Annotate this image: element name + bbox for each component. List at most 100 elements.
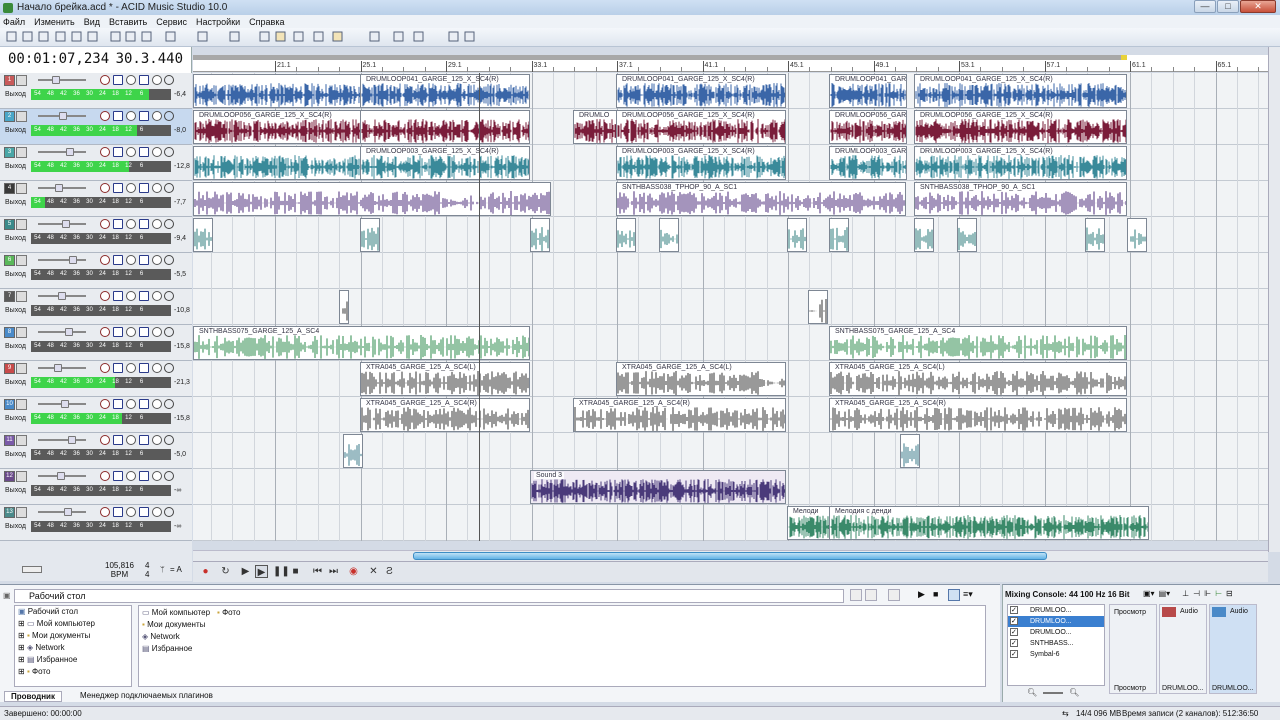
- track-number-badge[interactable]: 8: [4, 327, 15, 338]
- track-number-badge[interactable]: 6: [4, 255, 15, 266]
- mixer-props-icon[interactable]: ▤▾: [1159, 589, 1171, 598]
- mixer-track-item[interactable]: ✓ DRUMLOO...: [1008, 605, 1104, 616]
- draw-tool-icon[interactable]: [331, 30, 344, 43]
- solo-icon[interactable]: [139, 507, 149, 517]
- file-item[interactable]: ▤ Избранное: [142, 644, 192, 653]
- audio-event-clip[interactable]: XTRA045_GARGE_125_A_SC4(L): [360, 362, 530, 396]
- audio-event-clip[interactable]: [787, 218, 807, 252]
- solo-icon[interactable]: [139, 183, 149, 193]
- stop-button[interactable]: ■: [289, 565, 302, 578]
- erase-tool-icon[interactable]: [392, 30, 405, 43]
- timeline-ruler[interactable]: 21.1 25.1 29.1 33.1 37.1 41.1 45.1 49.1 53.1 57.1…: [193, 55, 1280, 72]
- track-number-badge[interactable]: 3: [4, 147, 15, 158]
- vertical-scrollbar[interactable]: [1268, 47, 1280, 552]
- explorer-up-icon[interactable]: [850, 589, 862, 601]
- pan-icon[interactable]: [152, 291, 162, 301]
- open-file-icon[interactable]: [21, 30, 34, 43]
- maximize-button[interactable]: □: [1217, 0, 1239, 13]
- track-output-label[interactable]: Выход: [5, 199, 26, 206]
- slider-knob[interactable]: [59, 112, 67, 120]
- mute-icon[interactable]: [126, 111, 136, 121]
- track-output-label[interactable]: Выход: [5, 163, 26, 170]
- slider-knob[interactable]: [61, 400, 69, 408]
- pan-icon[interactable]: [152, 147, 162, 157]
- metronome-record-button[interactable]: ◉: [347, 565, 360, 578]
- envelope-tool-icon[interactable]: [292, 30, 305, 43]
- tree-item[interactable]: ▣ Рабочий стол: [15, 606, 131, 618]
- tree-item[interactable]: ⊞ ▭ Мой компьютер: [15, 618, 131, 630]
- punch-in-button[interactable]: ✕: [367, 565, 380, 578]
- slider-knob[interactable]: [65, 328, 73, 336]
- arm-record-icon[interactable]: [100, 291, 110, 301]
- checkbox-icon[interactable]: ✓: [1010, 650, 1018, 658]
- audio-event-clip[interactable]: Мелодия с денди: [829, 506, 1149, 540]
- track-volume-slider[interactable]: [38, 508, 86, 516]
- pan-icon[interactable]: [152, 219, 162, 229]
- audio-event-clip[interactable]: [829, 218, 849, 252]
- arm-record-icon[interactable]: [100, 399, 110, 409]
- track-mute-toggle-icon[interactable]: [164, 111, 174, 121]
- track-fx-icon[interactable]: [113, 147, 123, 157]
- mixer-downmix-icon[interactable]: ⊟: [1226, 589, 1233, 598]
- track-header[interactable]: 9 Выход 54 48 42 36 30 24 18 12 6 -21,3: [0, 361, 192, 397]
- slider-knob[interactable]: [54, 364, 62, 372]
- horizontal-scrollbar[interactable]: [193, 550, 1268, 561]
- audio-event-clip[interactable]: DRUMLOOP056_GARGE_125_X_SC4(R): [616, 110, 786, 144]
- mixer-insert-bus-icon[interactable]: ⊥: [1182, 589, 1189, 598]
- scrollbar-thumb[interactable]: [413, 552, 1047, 560]
- arm-record-icon[interactable]: [100, 435, 110, 445]
- audio-event-clip[interactable]: [530, 218, 550, 252]
- audio-event-clip[interactable]: [193, 146, 361, 180]
- solo-icon[interactable]: [139, 291, 149, 301]
- snap-icon[interactable]: [228, 30, 241, 43]
- track-header[interactable]: 7 Выход 54 48 42 36 30 24 18 12 6 -10,8: [0, 289, 192, 325]
- mixer-track-item[interactable]: ✓ DRUMLOO...: [1008, 627, 1104, 638]
- track-header[interactable]: 1 Выход 54 48 42 36 30 24 18 12 6 -6,4: [0, 73, 192, 109]
- track-number-badge[interactable]: 1: [4, 75, 15, 86]
- track-output-label[interactable]: Выход: [5, 127, 26, 134]
- audio-event-clip[interactable]: SNTHBASS038_TPHOP_90_A_SC1: [914, 182, 1127, 216]
- track-output-label[interactable]: Выход: [5, 235, 26, 242]
- loop-playback-button[interactable]: ↻: [219, 565, 232, 578]
- checkbox-icon[interactable]: ✓: [1010, 617, 1018, 625]
- metronome-icon[interactable]: [463, 30, 476, 43]
- audio-event-clip[interactable]: Мелоди: [787, 506, 831, 540]
- record-button[interactable]: ●: [199, 565, 212, 578]
- playhead-cursor[interactable]: [479, 73, 480, 541]
- slider-knob[interactable]: [69, 256, 77, 264]
- mute-icon[interactable]: [126, 147, 136, 157]
- track-volume-slider[interactable]: [38, 364, 86, 372]
- properties-icon[interactable]: [86, 30, 99, 43]
- track-mute-toggle-icon[interactable]: [164, 183, 174, 193]
- audio-event-clip[interactable]: DRUMLOOP041_GARGE_125_X_SC4(R): [829, 74, 907, 108]
- mixer-insert-soft-icon[interactable]: ⊩: [1204, 589, 1211, 598]
- track-number-badge[interactable]: 12: [4, 471, 15, 482]
- track-volume-slider[interactable]: [38, 256, 86, 264]
- track-output-label[interactable]: Выход: [5, 487, 26, 494]
- arm-record-icon[interactable]: [100, 219, 110, 229]
- solo-icon[interactable]: [139, 75, 149, 85]
- audio-event-clip[interactable]: SNTHBASS075_GARGE_125_A_SC4: [829, 326, 1127, 360]
- audio-event-clip[interactable]: [900, 434, 920, 468]
- audio-event-clip[interactable]: DRUMLOOP056_GARGE_125_X_SC4(R): [829, 110, 907, 144]
- copy-icon[interactable]: [124, 30, 137, 43]
- master-volume-slider[interactable]: [22, 566, 42, 573]
- checkbox-icon[interactable]: ✓: [1010, 628, 1018, 636]
- tree-item[interactable]: ⊞ ▤ Избранное: [15, 654, 131, 666]
- explorer-autopreview-icon[interactable]: [948, 589, 960, 601]
- arm-record-icon[interactable]: [100, 111, 110, 121]
- audio-event-clip[interactable]: DRUMLOOP003_GARGE_125_X_SC4(R): [616, 146, 786, 180]
- solo-icon[interactable]: [139, 147, 149, 157]
- track-volume-slider[interactable]: [38, 436, 86, 444]
- slider-knob[interactable]: [52, 76, 60, 84]
- menu-options[interactable]: Настройки: [196, 17, 240, 27]
- solo-icon[interactable]: [139, 399, 149, 409]
- mixer-channel-2[interactable]: Audio DRUMLOO...: [1209, 604, 1257, 694]
- mute-icon[interactable]: [126, 507, 136, 517]
- mute-icon[interactable]: [126, 399, 136, 409]
- mixer-insert-fx-icon[interactable]: ⊣: [1193, 589, 1200, 598]
- audio-event-clip[interactable]: XTRA045_GARGE_125_A_SC4(R): [829, 398, 1127, 432]
- mute-icon[interactable]: [126, 471, 136, 481]
- audio-event-clip[interactable]: [193, 218, 213, 252]
- explorer-folder-icon[interactable]: [888, 589, 900, 601]
